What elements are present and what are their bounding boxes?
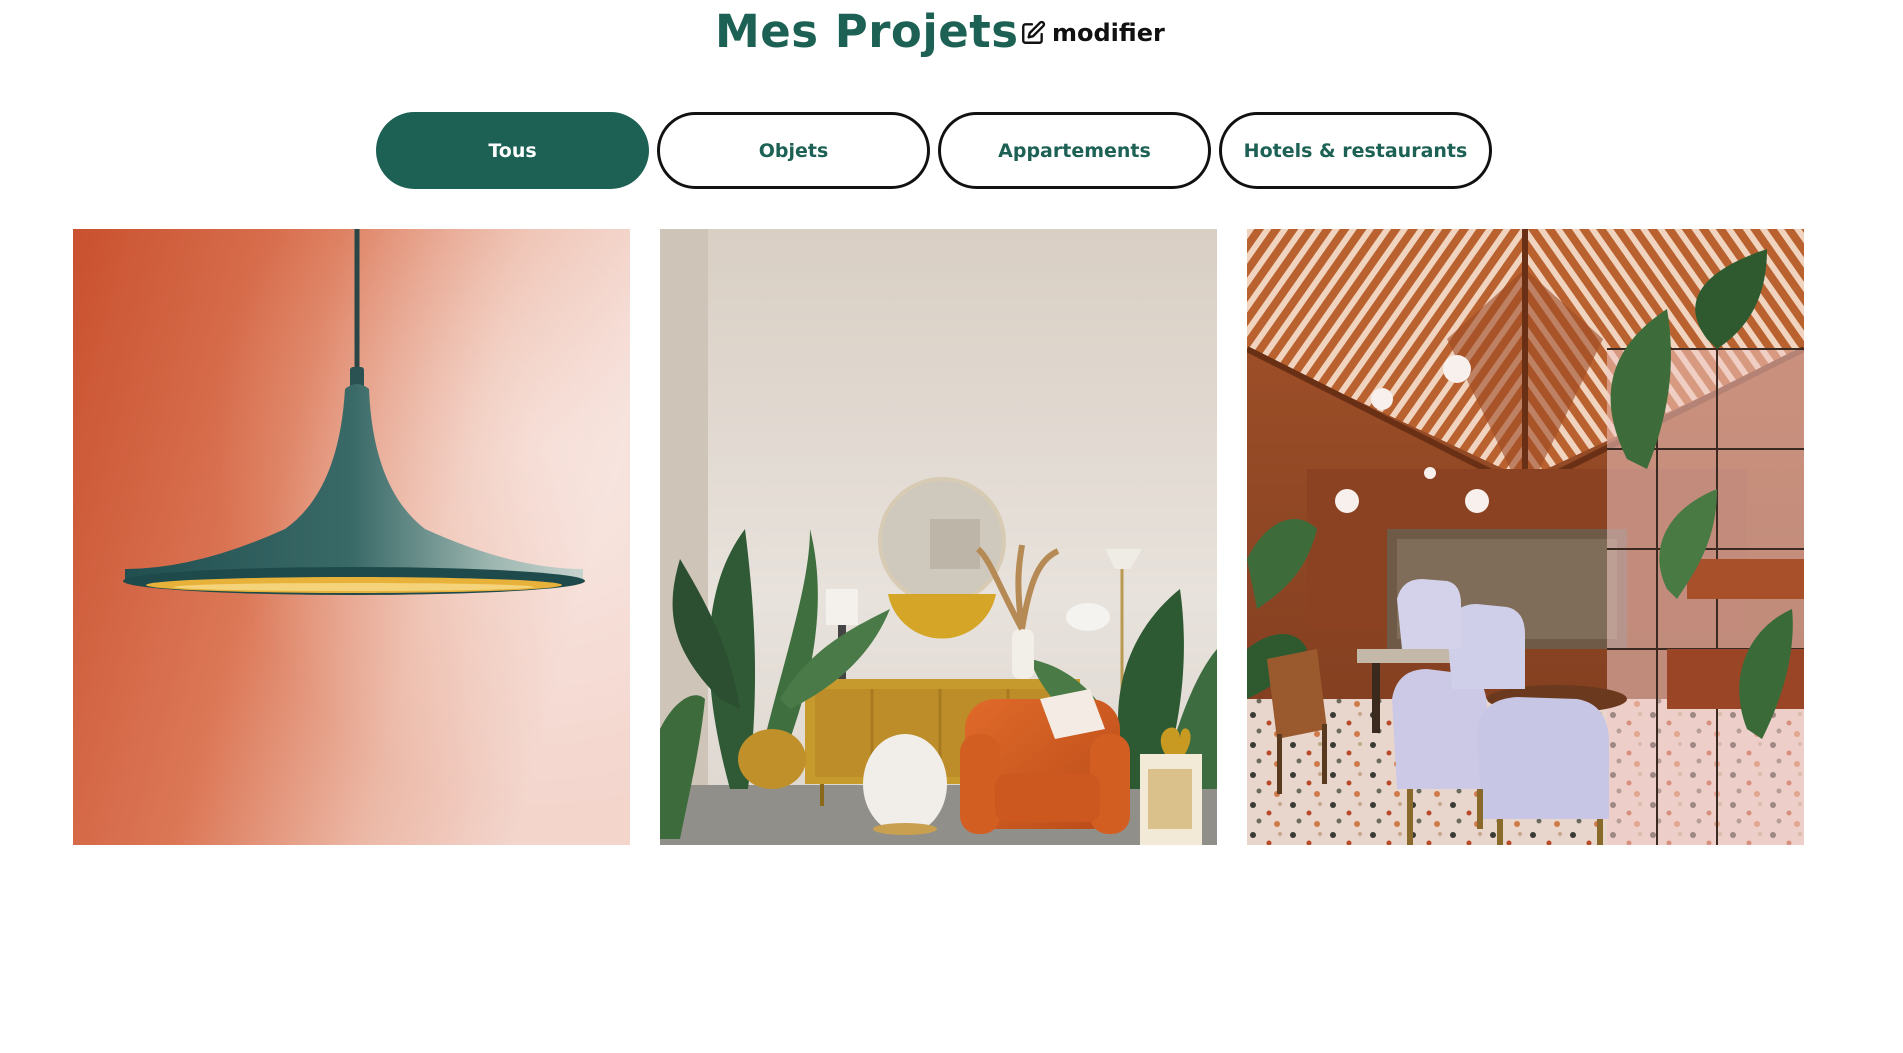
- restaurant-image: [1247, 229, 1804, 845]
- filter-all-button[interactable]: Tous: [376, 112, 649, 189]
- filter-bar: Tous Objets Appartements Hotels & restau…: [376, 112, 1492, 189]
- filter-hotels-restaurants-button[interactable]: Hotels & restaurants: [1219, 112, 1492, 189]
- project-card-living-room[interactable]: [660, 229, 1217, 845]
- header: Mes Projets modifier: [0, 0, 1903, 70]
- filter-objects-button[interactable]: Objets: [657, 112, 930, 189]
- project-card-lamp[interactable]: [73, 229, 630, 845]
- edit-label: modifier: [1052, 19, 1165, 47]
- page: Mes Projets modifier Tous Objets Apparte…: [0, 0, 1903, 1053]
- living-room-image: [660, 229, 1217, 845]
- page-title: Mes Projets: [715, 5, 1019, 58]
- pendant-lamp-image: [73, 229, 630, 845]
- pen-to-square-icon: [1022, 20, 1046, 44]
- edit-button[interactable]: modifier: [1020, 15, 1165, 51]
- project-card-restaurant[interactable]: [1247, 229, 1804, 845]
- filter-apartments-button[interactable]: Appartements: [938, 112, 1211, 189]
- gallery: [73, 229, 1804, 845]
